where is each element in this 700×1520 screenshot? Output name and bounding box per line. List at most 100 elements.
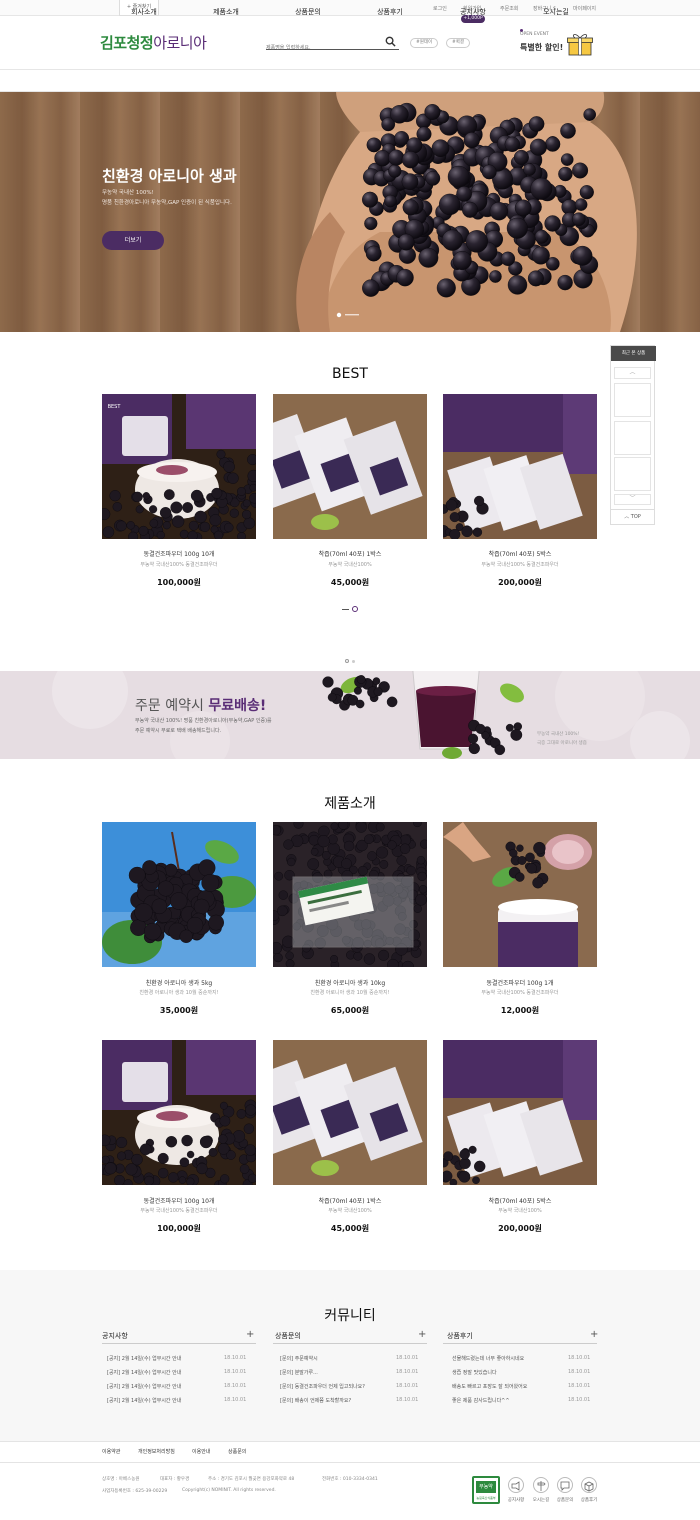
tag-button[interactable]: #퀵결 [446, 38, 471, 48]
product-name[interactable]: 착즙(70ml 40포) 1박스 [273, 549, 427, 558]
footer-icon-label[interactable]: 상품문의 [552, 1497, 578, 1503]
footer-icon-label[interactable]: 공지사항 [503, 1497, 529, 1503]
footer-link-inquiry[interactable]: 상품문의 [228, 1448, 246, 1455]
product-price: 35,000원 [159, 1006, 199, 1015]
organic-certification-mark: 무농약 농림축산식품부 [472, 1476, 500, 1504]
product-name[interactable]: 친환경 아로니아 생과 5kg [102, 978, 256, 987]
best-product-image-juice5[interactable] [443, 394, 597, 539]
recently-viewed-title: 최근 본 상품 [611, 346, 656, 361]
product-description: 친환경 아로니아 생과 10월 중순까지! [310, 990, 390, 996]
list-item[interactable]: 좋은 제품 감사드립니다^^ [452, 1397, 572, 1404]
search-icon[interactable] [385, 36, 396, 47]
product-description: 친환경 아로니아 생과 10월 중순까지! [139, 990, 219, 996]
promo-title-plain: 주문 예약시 [135, 698, 209, 714]
plus-icon[interactable]: + [246, 1329, 254, 1340]
product-name[interactable]: 착즙(70ml 40포) 5박스 [443, 1196, 597, 1205]
list-item[interactable]: [공지] 2월 14일(수) 업무시간 안내 [107, 1383, 227, 1390]
list-item-date: 18.10.01 [224, 1397, 247, 1403]
plus-icon[interactable]: + [418, 1329, 426, 1340]
carousel-indicator[interactable] [342, 609, 349, 610]
event-label-small: OPEN EVENT [520, 32, 549, 37]
footer-business-number: 사업자등록번호 : 625-39-00229 [102, 1489, 168, 1494]
product-name[interactable]: 동결건조파우더 100g 10개 [102, 549, 256, 558]
recent-item-slot[interactable] [614, 457, 651, 491]
product-price: 100,000원 [157, 1224, 201, 1233]
recent-item-slot[interactable] [614, 421, 651, 455]
product-image-powder1[interactable] [443, 822, 597, 967]
hero-more-button[interactable]: 더보기 [102, 231, 164, 250]
main-nav [0, 69, 700, 92]
best-section-title: BEST [332, 366, 368, 382]
product-image-juice1[interactable] [273, 1040, 427, 1185]
footer-icon-label[interactable]: 오시는길 [528, 1497, 554, 1503]
megaphone-icon[interactable] [508, 1477, 524, 1493]
promo-dot[interactable] [345, 659, 349, 663]
product-name[interactable]: 친환경 아로니아 생과 10kg [273, 978, 427, 987]
product-price: 12,000원 [500, 1006, 540, 1015]
nav-item-location[interactable]: 오시는길 [526, 7, 586, 17]
product-name[interactable]: 동결건조파우더 100g 10개 [102, 1196, 256, 1205]
footer-address: 주소 : 경기도 김포시 월곶면 용강포화약로 48 [208, 1477, 295, 1482]
footer-link-terms[interactable]: 이용약관 [102, 1448, 120, 1455]
nav-item-notice[interactable]: 공지사항 [443, 7, 503, 17]
gift-icon[interactable] [566, 32, 594, 56]
inquiry-board-title[interactable]: 상품문의 [275, 1331, 301, 1341]
product-name[interactable]: 착즙(70ml 40포) 5박스 [443, 549, 597, 558]
nav-item-company[interactable]: 회사소개 [114, 7, 174, 17]
hero-subtitle: 무농약 국내산 100%! [102, 190, 154, 196]
signpost-icon[interactable] [533, 1477, 549, 1493]
list-item[interactable]: [문의] 분말가루... [280, 1369, 400, 1376]
list-item[interactable]: [문의] 동결건조파우더 언제 입고되나요? [280, 1383, 400, 1390]
review-box-icon[interactable] [581, 1477, 597, 1493]
hero-title: 친환경 아로니아 생과 [102, 167, 237, 185]
event-label-big[interactable]: 특별한 할인! [520, 42, 563, 53]
hero-description: 명품 친환경아로니아 무농약,GAP 인증이 된 식품입니다. [102, 200, 232, 206]
list-item[interactable]: [공지] 2월 14일(수) 업무시간 안내 [107, 1369, 227, 1376]
chat-bubble-icon[interactable] [557, 1477, 573, 1493]
product-description: 무농약 국내산100% 동결건조파우더 [481, 562, 559, 568]
plus-icon[interactable]: + [590, 1329, 598, 1340]
nav-item-reviews[interactable]: 상품후기 [360, 7, 420, 17]
footer-icon-label[interactable]: 상품후기 [576, 1497, 602, 1503]
promo-dot[interactable] [352, 660, 355, 663]
cert-issuer: 농림축산식품부 [476, 1496, 496, 1500]
list-item[interactable]: [공지] 2월 14일(수) 업무시간 안내 [107, 1355, 227, 1362]
cert-label: 무농약 [476, 1481, 496, 1493]
nav-item-inquiry[interactable]: 상품문의 [278, 7, 338, 17]
list-item[interactable]: 생즙 정말 맛있습니다 [452, 1369, 572, 1376]
search-input[interactable] [266, 41, 376, 55]
footer-link-privacy[interactable]: 개인정보처리방침 [138, 1448, 175, 1455]
site-logo[interactable]: 김포청정아로니아 [100, 32, 207, 53]
product-image-powder10[interactable] [102, 1040, 256, 1185]
scroll-top-button[interactable]: ︿ TOP [611, 509, 654, 524]
footer-ceo: 대표자 : 황우경 [160, 1477, 190, 1482]
product-name[interactable]: 착즙(70ml 40포) 1박스 [273, 1196, 427, 1205]
carousel-indicator-active[interactable] [352, 606, 358, 612]
nav-item-products[interactable]: 제품소개 [196, 7, 256, 17]
tag-button[interactable]: #원데이 [410, 38, 439, 48]
best-product-image-juice1[interactable] [273, 394, 427, 539]
product-price: 200,000원 [498, 578, 542, 587]
promo-juice-image [52, 671, 690, 759]
product-image-fresh10kg[interactable] [273, 822, 427, 967]
list-item[interactable]: 선물해드렸는데 너무 좋아하시네요 [452, 1355, 572, 1362]
list-item[interactable]: [공지] 2월 14일(수) 업무시간 안내 [107, 1397, 227, 1404]
divider [273, 1343, 427, 1344]
hero-berries-image [0, 92, 700, 332]
list-item-date: 18.10.01 [568, 1383, 591, 1389]
promo-banner[interactable] [0, 671, 700, 759]
chevron-down-icon[interactable]: ﹀ [614, 494, 651, 505]
product-image-fresh5kg[interactable] [102, 822, 256, 967]
notice-board-title[interactable]: 공지사항 [102, 1331, 128, 1341]
list-item[interactable]: [문의] 주문예약시 [280, 1355, 400, 1362]
footer-link-guide[interactable]: 이용안내 [192, 1448, 210, 1455]
review-board-title[interactable]: 상품후기 [447, 1331, 473, 1341]
best-product-image-powder10[interactable] [102, 394, 256, 539]
list-item[interactable]: 배송도 빠르고 포장도 잘 되어왔어요 [452, 1383, 572, 1390]
list-item[interactable]: [문의] 배송이 언제쯤 도착할까요? [280, 1397, 400, 1404]
divider [443, 1343, 597, 1344]
products-section-title: 제품소개 [324, 796, 376, 812]
product-image-juice5[interactable] [443, 1040, 597, 1185]
product-name[interactable]: 동결건조파우더 100g 1개 [443, 978, 597, 987]
recent-item-slot[interactable] [614, 383, 651, 417]
